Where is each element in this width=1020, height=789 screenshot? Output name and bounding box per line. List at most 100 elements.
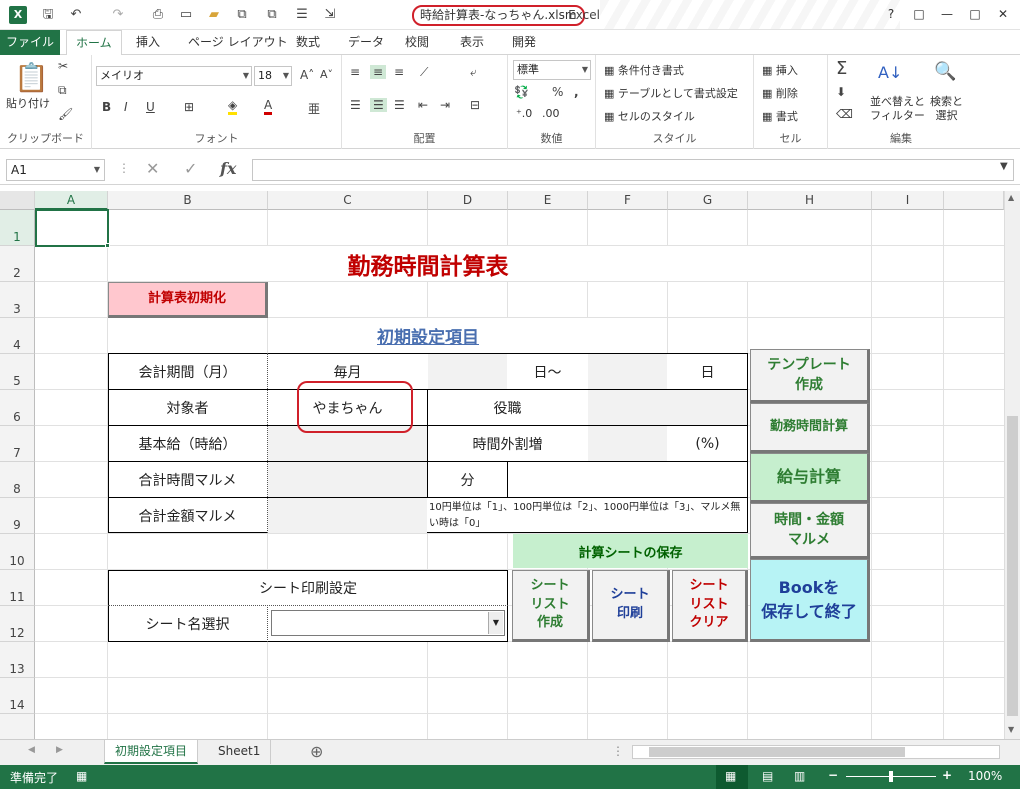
fill-handle[interactable] [105, 243, 110, 248]
clear-sheet-list-button[interactable]: シート リスト クリア [672, 570, 748, 642]
tab-page-layout[interactable]: ページ レイアウト [179, 30, 297, 55]
maximize-button[interactable]: □ [964, 4, 986, 24]
print-preview-icon[interactable]: ⎙ [148, 5, 168, 25]
formula-input[interactable] [252, 159, 1014, 181]
col-header-b[interactable]: B [108, 191, 268, 210]
percent-icon[interactable]: % [552, 85, 563, 99]
sheet-tab-initial-settings[interactable]: 初期設定項目 [104, 740, 199, 764]
next-sheet-icon[interactable]: ▶ [56, 745, 63, 755]
cell-c8[interactable] [268, 462, 427, 497]
sheet-tab-sheet1[interactable]: Sheet1 [208, 740, 272, 764]
col-header-d[interactable]: D [428, 191, 508, 210]
vertical-scrollbar[interactable]: ▲ ▼ [1004, 191, 1020, 739]
comma-icon[interactable]: , [574, 85, 579, 99]
tab-view[interactable]: 表示 [451, 30, 493, 55]
find-select-label[interactable]: 検索と 選択 [930, 95, 963, 124]
align-top-icon[interactable]: ≡ [350, 65, 360, 79]
row-header-10[interactable]: 10 [0, 534, 35, 570]
row-header-1[interactable]: 1 [0, 210, 35, 246]
save-icon[interactable]: 🖫 [38, 5, 58, 25]
enter-icon[interactable]: ✓ [184, 159, 197, 178]
cell-c9[interactable] [268, 498, 427, 533]
bold-icon[interactable]: B [102, 100, 111, 114]
font-grow-icon[interactable]: A˄ [300, 68, 314, 82]
clear-icon[interactable]: ⌫ [836, 107, 853, 121]
open-folder-icon[interactable]: ▰ [204, 5, 224, 25]
cell-f6[interactable] [588, 390, 747, 425]
increase-decimal-icon[interactable]: ⁺.0 [516, 107, 532, 120]
format-cells-button[interactable]: ▦ 書式 [762, 108, 798, 124]
number-format-select[interactable]: 標準 ▼ [513, 60, 591, 80]
help-button[interactable]: ? [880, 4, 902, 24]
col-header-i[interactable]: I [872, 191, 944, 210]
zoom-in-icon[interactable]: + [942, 768, 952, 782]
cell-f5[interactable] [588, 354, 667, 389]
phonetic-icon[interactable]: 亜 [308, 100, 320, 117]
col-header-g[interactable]: G [668, 191, 748, 210]
close-button[interactable]: ✕ [992, 4, 1014, 24]
underline-icon[interactable]: U [146, 100, 155, 114]
binoculars-icon[interactable]: 🔍 [934, 61, 956, 82]
redo-icon[interactable]: ↷ [108, 5, 128, 25]
row-header-7[interactable]: 7 [0, 426, 35, 462]
row-header-5[interactable]: 5 [0, 354, 35, 390]
select-all-corner[interactable] [0, 191, 35, 210]
font-shrink-icon[interactable]: A˅ [320, 68, 333, 81]
h-scroll-thumb[interactable] [649, 747, 905, 757]
scroll-up-icon[interactable]: ▲ [1008, 193, 1014, 202]
row-header-15[interactable] [0, 714, 35, 739]
tab-insert[interactable]: 挿入 [127, 30, 169, 55]
scroll-thumb[interactable] [1007, 416, 1018, 716]
font-size-select[interactable]: 18 ▼ [254, 66, 292, 86]
col-header-e[interactable]: E [508, 191, 588, 210]
wrap-text-icon[interactable]: ⤶ [470, 65, 477, 80]
fill-color-icon[interactable]: ◈ [228, 98, 238, 115]
cell-d5[interactable] [428, 354, 507, 389]
form-icon[interactable]: ☰ [292, 5, 312, 25]
align-middle-icon[interactable]: ≡ [370, 65, 387, 79]
zoom-slider-thumb[interactable] [889, 771, 893, 782]
col-header-h[interactable]: H [748, 191, 872, 210]
scroll-down-icon[interactable]: ▼ [1008, 725, 1014, 734]
row-header-3[interactable]: 3 [0, 282, 35, 318]
sort-filter-label[interactable]: 並べ替えと フィルター [870, 95, 925, 124]
print-sheet-button[interactable]: シート 印刷 [592, 570, 670, 642]
row-header-13[interactable]: 13 [0, 642, 35, 678]
row-header-8[interactable]: 8 [0, 462, 35, 498]
paste-icon[interactable]: ⧉ [262, 5, 282, 25]
horizontal-scrollbar[interactable] [632, 745, 1000, 759]
border-icon[interactable]: ⊞ [184, 100, 194, 114]
name-box[interactable]: A1 ▼ [6, 159, 105, 181]
align-bottom-icon[interactable]: ≡ [394, 65, 404, 79]
customize-qat-icon[interactable]: ⇲ [320, 5, 340, 25]
italic-icon[interactable]: I [124, 100, 128, 114]
increase-indent-icon[interactable]: ⇥ [440, 98, 450, 112]
minimize-button[interactable]: — [936, 4, 958, 24]
font-color-icon[interactable]: A [264, 98, 273, 115]
page-layout-view-icon[interactable]: ▤ [762, 769, 773, 783]
row-header-12[interactable]: 12 [0, 606, 35, 642]
undo-icon[interactable]: ↶ [66, 5, 86, 25]
merge-center-icon[interactable]: ⊟ [470, 98, 480, 112]
currency-icon[interactable]: 💱 [514, 85, 529, 99]
tab-developer[interactable]: 開発 [503, 30, 545, 55]
insert-cells-button[interactable]: ▦ 挿入 [762, 62, 798, 78]
new-file-icon[interactable]: ▭ [176, 5, 196, 25]
cancel-icon[interactable]: ✕ [146, 159, 159, 178]
align-center-icon[interactable]: ☰ [370, 98, 387, 112]
ribbon-display-button[interactable]: □ [908, 4, 930, 24]
col-header-a[interactable]: A [35, 191, 108, 210]
orientation-icon[interactable]: ⟋ [420, 65, 428, 80]
init-table-button[interactable]: 計算表初期化 [108, 282, 268, 318]
col-header-f[interactable]: F [588, 191, 668, 210]
format-painter-icon[interactable]: 🖌 [58, 107, 73, 121]
row-header-9[interactable]: 9 [0, 498, 35, 534]
fill-icon[interactable]: ⬇ [836, 85, 846, 99]
paste-button-label[interactable]: 貼り付け [6, 95, 50, 111]
row-header-6[interactable]: 6 [0, 390, 35, 426]
font-name-select[interactable]: メイリオ ▼ [96, 66, 252, 86]
cell-f7[interactable] [588, 426, 667, 461]
calc-work-hours-button[interactable]: 勤務時間計算 [750, 403, 870, 453]
row-header-2[interactable]: 2 [0, 246, 35, 282]
calc-pay-button[interactable]: 給与計算 [750, 453, 870, 503]
